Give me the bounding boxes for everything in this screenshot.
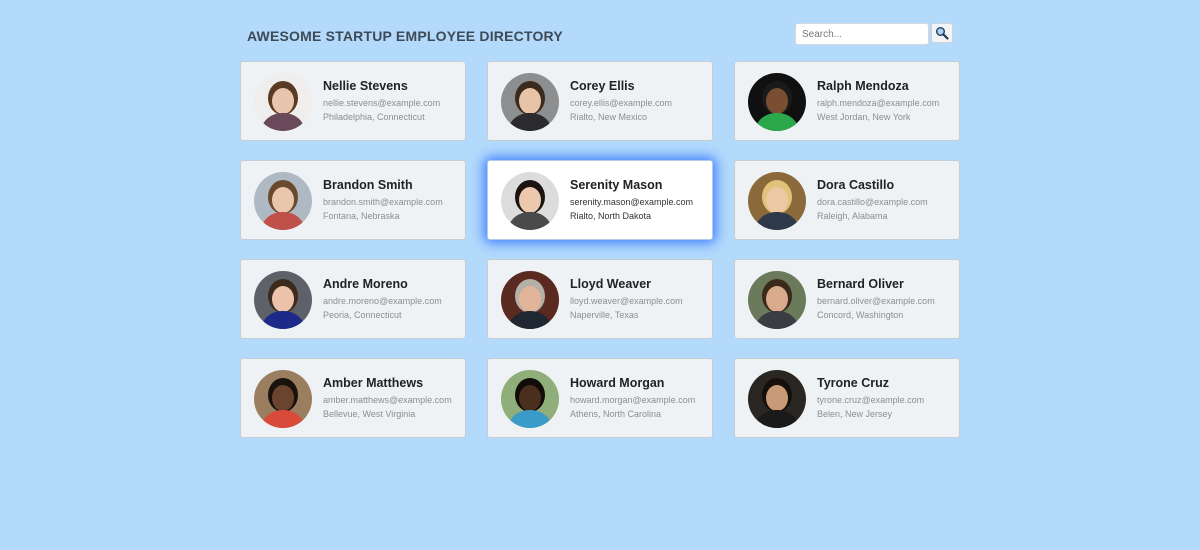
employee-location: Naperville, Texas: [570, 310, 639, 320]
employee-location: West Jordan, New York: [817, 112, 911, 122]
employee-card[interactable]: Corey Ellis corey.ellis@example.com Rialto…: [487, 61, 713, 141]
employee-card[interactable]: Amber Matthews amber.matthews@example.com…: [240, 358, 466, 438]
employee-name: Brandon Smith: [323, 178, 413, 192]
avatar: [254, 271, 312, 329]
avatar: [501, 370, 559, 428]
employee-card[interactable]: Nellie Stevens nellie.stevens@example.com…: [240, 61, 466, 141]
employee-email: serenity.mason@example.com: [570, 197, 694, 207]
employee-name: Amber Matthews: [323, 376, 424, 390]
avatar: [254, 73, 312, 131]
employee-card[interactable]: Tyrone Cruz tyrone.cruz@example.com Belen,…: [734, 358, 960, 438]
employee-name: Dora Castillo: [817, 178, 895, 192]
employee-name: Corey Ellis: [570, 79, 635, 93]
employee-email: howard.morgan@example.com: [570, 395, 696, 405]
employee-name: Andre Moreno: [323, 277, 408, 291]
avatar: [748, 370, 806, 428]
employee-location: Raleigh, Alabama: [817, 211, 888, 221]
avatar: [501, 73, 559, 131]
employee-email: nellie.stevens@example.com: [323, 98, 441, 108]
employee-location: Belen, New Jersey: [817, 409, 893, 419]
employee-grid: Nellie Stevens nellie.stevens@example.com…: [240, 61, 960, 438]
avatar: [501, 172, 559, 230]
search-input[interactable]: [795, 23, 929, 45]
employee-card[interactable]: Serenity Mason serenity.mason@example.com…: [487, 160, 713, 240]
employee-card[interactable]: Bernard Oliver bernard.oliver@example.com…: [734, 259, 960, 339]
employee-email: amber.matthews@example.com: [323, 395, 452, 405]
page-title: Awesome Startup Employee Directory: [247, 28, 563, 44]
avatar: [501, 271, 559, 329]
employee-location: Peoria, Connecticut: [323, 310, 402, 320]
employee-email: ralph.mendoza@example.com: [817, 98, 940, 108]
employee-card[interactable]: Dora Castillo dora.castillo@example.com Ra…: [734, 160, 960, 240]
search-button[interactable]: [931, 23, 953, 43]
employee-card[interactable]: Andre Moreno andre.moreno@example.com Peor…: [240, 259, 466, 339]
employee-email: brandon.smith@example.com: [323, 197, 443, 207]
employee-location: Rialto, North Dakota: [570, 211, 652, 221]
employee-card[interactable]: Ralph Mendoza ralph.mendoza@example.com We…: [734, 61, 960, 141]
avatar: [748, 271, 806, 329]
avatar: [748, 172, 806, 230]
employee-location: Bellevue, West Virginia: [323, 409, 416, 419]
employee-location: Rialto, New Mexico: [570, 112, 648, 122]
employee-card[interactable]: Howard Morgan howard.morgan@example.com At…: [487, 358, 713, 438]
employee-name: Lloyd Weaver: [570, 277, 652, 291]
magnifier-icon: [936, 27, 949, 40]
avatar: [254, 172, 312, 230]
employee-name: Serenity Mason: [570, 178, 663, 192]
employee-email: bernard.oliver@example.com: [817, 296, 935, 306]
employee-name: Ralph Mendoza: [817, 79, 909, 93]
employee-email: andre.moreno@example.com: [323, 296, 442, 306]
employee-email: dora.castillo@example.com: [817, 197, 928, 207]
avatar: [254, 370, 312, 428]
employee-name: Howard Morgan: [570, 376, 665, 390]
employee-name: Nellie Stevens: [323, 79, 408, 93]
employee-card[interactable]: Brandon Smith brandon.smith@example.com Fo…: [240, 160, 466, 240]
employee-email: lloyd.weaver@example.com: [570, 296, 683, 306]
employee-email: tyrone.cruz@example.com: [817, 395, 925, 405]
employee-name: Tyrone Cruz: [817, 376, 889, 390]
employee-location: Fontana, Nebraska: [323, 211, 400, 221]
employee-email: corey.ellis@example.com: [570, 98, 673, 108]
avatar: [748, 73, 806, 131]
employee-card[interactable]: Lloyd Weaver lloyd.weaver@example.com Nape…: [487, 259, 713, 339]
employee-location: Concord, Washington: [817, 310, 904, 320]
employee-location: Athens, North Carolina: [570, 409, 662, 419]
employee-location: Philadelphia, Connecticut: [323, 112, 425, 122]
employee-name: Bernard Oliver: [817, 277, 904, 291]
